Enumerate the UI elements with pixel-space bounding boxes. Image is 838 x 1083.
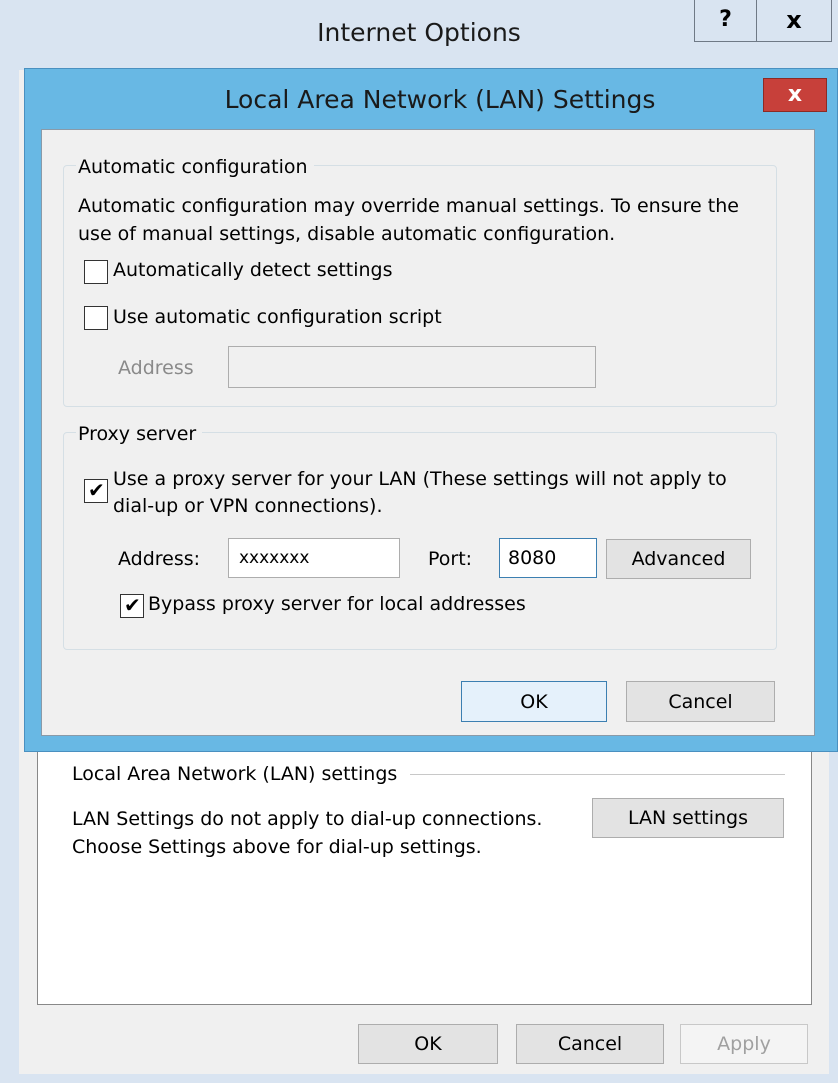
auto-config-script-checkbox[interactable] [84,306,108,330]
auto-detect-checkbox[interactable] [84,260,108,284]
automatic-configuration-legend: Automatic configuration [76,156,314,178]
use-proxy-label-line1[interactable]: Use a proxy server for your LAN (These s… [113,468,727,490]
help-button[interactable]: ? [694,0,757,42]
auto-detect-label[interactable]: Automatically detect settings [113,259,393,281]
checkmark-icon: ✔ [124,593,141,617]
lan-section-description-line1: LAN Settings do not apply to dial-up con… [72,808,543,830]
use-proxy-label-line2[interactable]: dial-up or VPN connections). [113,495,382,517]
proxy-address-label: Address: [118,548,201,570]
bypass-local-label[interactable]: Bypass proxy server for local addresses [148,593,526,615]
outer-close-button[interactable]: x [756,0,832,42]
auto-config-address-label: Address [118,357,194,379]
automatic-configuration-description-line1: Automatic configuration may override man… [78,195,739,217]
proxy-port-input[interactable] [499,538,597,578]
auto-config-address-input [228,346,596,388]
outer-ok-button[interactable]: OK [358,1024,498,1064]
proxy-port-label: Port: [428,548,473,570]
outer-window-frame-bottom [0,1074,838,1083]
lan-section-description-line2: Choose Settings above for dial-up settin… [72,836,482,858]
lan-section-heading: Local Area Network (LAN) settings [72,763,406,785]
section-divider [410,774,785,775]
use-proxy-checkbox[interactable]: ✔ [84,478,108,503]
lan-ok-button[interactable]: OK [461,681,607,722]
auto-config-script-label[interactable]: Use automatic configuration script [113,306,442,328]
bypass-local-checkbox[interactable]: ✔ [120,593,144,618]
proxy-address-input[interactable] [228,538,400,578]
lan-dialog-title: Local Area Network (LAN) Settings [224,85,656,114]
outer-apply-button[interactable]: Apply [680,1024,808,1064]
advanced-button[interactable]: Advanced [606,539,751,579]
proxy-server-legend: Proxy server [76,423,203,445]
lan-cancel-button[interactable]: Cancel [626,681,775,722]
checkmark-icon: ✔ [88,478,105,502]
outer-cancel-button[interactable]: Cancel [516,1024,664,1064]
lan-dialog-close-button[interactable]: x [763,78,827,112]
lan-settings-button[interactable]: LAN settings [592,798,784,838]
automatic-configuration-description-line2: use of manual settings, disable automati… [78,223,616,245]
outer-window-frame-left [0,0,19,1083]
